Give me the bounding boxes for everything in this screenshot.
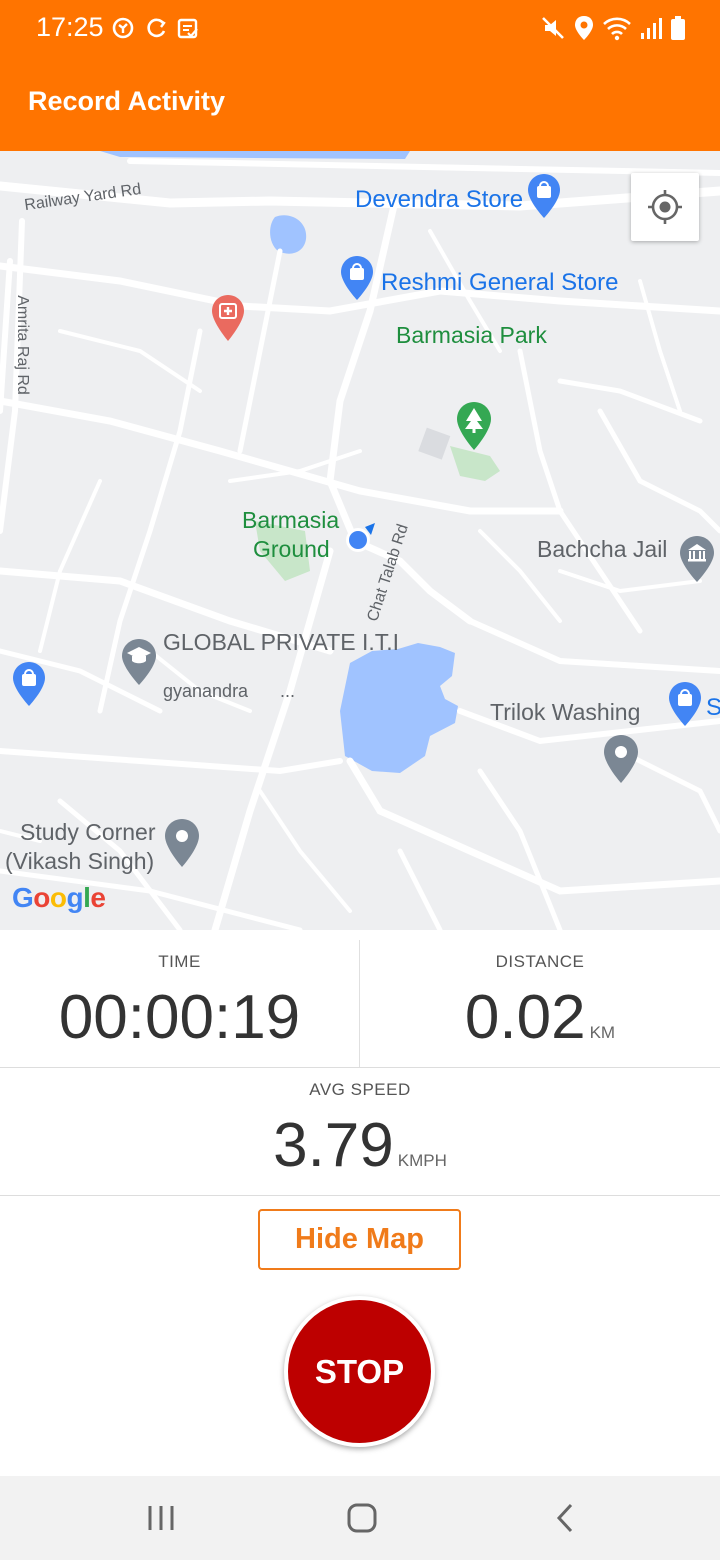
shopping-pin-icon[interactable] bbox=[668, 681, 702, 727]
distance-stat: DISTANCE 0.02 KM bbox=[360, 952, 720, 1053]
distance-unit: KM bbox=[589, 1023, 616, 1042]
app-bar: 17:25 Record Activity bbox=[0, 0, 720, 151]
place-label: Barmasia bbox=[242, 507, 340, 533]
home-icon bbox=[347, 1503, 377, 1533]
place-label: ... bbox=[280, 681, 296, 701]
place-label: (Vikash Singh) bbox=[5, 848, 155, 874]
battery-icon bbox=[671, 16, 685, 40]
park-pin-icon[interactable] bbox=[456, 401, 492, 451]
google-logo: Google bbox=[12, 882, 106, 913]
place-label: Devendra Store bbox=[355, 186, 524, 213]
status-time: 17:25 bbox=[36, 12, 104, 42]
crosshair-icon bbox=[648, 190, 682, 224]
time-value: 00:00:19 bbox=[58, 983, 301, 1052]
my-location-button[interactable] bbox=[631, 173, 699, 241]
page-title: Record Activity bbox=[28, 86, 226, 116]
place-label: S bbox=[706, 694, 720, 721]
distance-value: 0.02 bbox=[464, 983, 586, 1052]
distance-label: DISTANCE bbox=[495, 952, 585, 971]
place-label: Barmasia Park bbox=[396, 322, 547, 348]
place-label: Study Corner bbox=[20, 819, 156, 845]
place-label: GLOBAL PRIVATE I.T.I bbox=[163, 629, 400, 655]
back-icon bbox=[556, 1503, 573, 1533]
speed-stat: AVG SPEED 3.79 KMPH bbox=[0, 1080, 720, 1181]
place-label: Bachcha Jail bbox=[537, 536, 668, 562]
current-location-icon bbox=[346, 523, 375, 552]
recents-button[interactable] bbox=[131, 1496, 191, 1540]
sync-alt-icon bbox=[112, 17, 134, 39]
hospital-pin-icon[interactable] bbox=[211, 294, 245, 342]
status-left-icons bbox=[110, 14, 200, 42]
clipboard-icon bbox=[177, 18, 198, 39]
school-pin-icon[interactable] bbox=[121, 638, 157, 686]
home-button[interactable] bbox=[332, 1496, 392, 1540]
back-button[interactable] bbox=[535, 1496, 595, 1540]
speed-value: 3.79 bbox=[273, 1111, 394, 1180]
speed-label: AVG SPEED bbox=[309, 1080, 411, 1099]
location-icon bbox=[575, 16, 593, 40]
speed-unit: KMPH bbox=[397, 1151, 447, 1170]
place-label: Ground bbox=[253, 536, 330, 562]
shopping-pin-icon[interactable] bbox=[12, 661, 46, 707]
map-view[interactable]: Railway Yard Rd Amrita Raj Rd Devendra S… bbox=[0, 151, 720, 930]
stop-button[interactable]: STOP bbox=[284, 1296, 435, 1447]
place-label: Reshmi General Store bbox=[381, 269, 619, 296]
divider bbox=[0, 1195, 720, 1196]
status-right-icons bbox=[540, 14, 686, 42]
status-bar: 17:25 bbox=[0, 0, 720, 56]
hide-map-button[interactable]: Hide Map bbox=[258, 1209, 461, 1270]
place-label: gyanandra bbox=[163, 681, 249, 701]
recents-icon bbox=[148, 1506, 174, 1530]
system-nav-bar bbox=[0, 1476, 720, 1560]
museum-pin-icon[interactable] bbox=[679, 535, 715, 583]
shopping-pin-icon[interactable] bbox=[527, 173, 561, 219]
divider bbox=[0, 1067, 720, 1068]
mute-icon bbox=[542, 17, 564, 39]
time-stat: TIME 00:00:19 bbox=[0, 952, 359, 1053]
signal-icon bbox=[641, 18, 662, 39]
place-label: Trilok Washing bbox=[490, 699, 641, 725]
place-pin-icon[interactable] bbox=[603, 734, 639, 784]
refresh-icon bbox=[147, 18, 166, 38]
road-label: Amrita Raj Rd bbox=[13, 295, 31, 395]
shopping-pin-icon[interactable] bbox=[340, 255, 374, 301]
wifi-icon bbox=[603, 17, 631, 41]
place-pin-icon[interactable] bbox=[164, 818, 200, 868]
time-label: TIME bbox=[158, 952, 201, 971]
